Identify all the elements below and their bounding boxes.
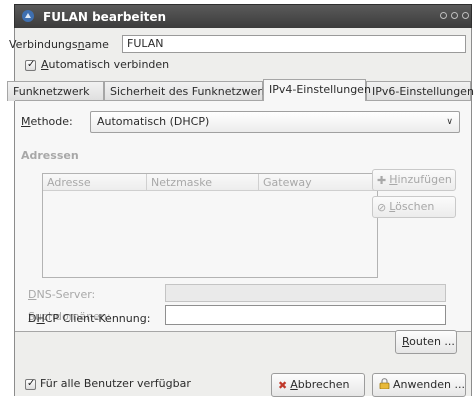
delete-icon: ⊘ [377,201,387,214]
column-header-adresse[interactable]: Adresse [43,174,147,191]
tab-sicherheit[interactable]: Sicherheit des Funknetzwerks [104,81,274,101]
all-users-label: Für alle Benutzer verfügbar [40,377,191,390]
minimize-button[interactable] [440,12,447,19]
x-icon: ✖ [278,379,288,392]
ipv4-settings-panel: Methode: Automatisch (DHCP) ∨ Adressen A… [15,100,471,332]
cancel-button[interactable]: ✖ Abbrechen [271,373,365,397]
tab-ipv4-settings[interactable]: IPv4-Einstellungen [263,79,371,101]
connection-name-input[interactable]: FULAN [122,35,466,53]
addresses-table[interactable]: Adresse Netzmaske Gateway [42,173,378,278]
maximize-button[interactable] [451,12,458,19]
delete-address-button[interactable]: ⊘ Löschen [372,196,456,218]
addresses-heading: Adressen [21,149,79,162]
apply-button[interactable]: Anwenden ... [372,373,466,397]
tab-ipv6-settings[interactable]: IPv6-Einstellungen [366,81,474,101]
column-header-netzmaske[interactable]: Netzmaske [147,174,259,191]
column-header-gateway[interactable]: Gateway [259,174,377,191]
dialog-body: Verbindungsname FULAN Automatisch verbin… [7,28,474,397]
auto-connect-label: Automatisch verbinden [41,58,170,71]
auto-connect-checkbox[interactable] [25,59,36,71]
method-value: Automatisch (DHCP) [97,115,210,128]
title-bar[interactable]: FULAN bearbeiten [14,4,472,28]
chevron-down-icon: ∨ [446,117,453,127]
dhcp-client-id-label: DHCP Client-Kennung: [28,312,151,325]
add-address-button[interactable]: ✚ Hinzufügen [372,169,456,191]
routes-button[interactable]: Routen ... [395,330,457,354]
close-button[interactable] [462,12,469,19]
lock-icon [379,378,390,389]
method-dropdown[interactable]: Automatisch (DHCP) ∨ [90,111,460,133]
tab-funknetzwerk[interactable]: Funknetzwerk [7,81,104,101]
method-label: Methode: [21,115,73,128]
connection-name-label: Verbindungsname [9,38,109,51]
window-title: FULAN bearbeiten [43,10,167,24]
all-users-checkbox[interactable] [25,378,36,390]
dns-server-input[interactable] [165,284,446,302]
dhcp-client-id-input[interactable] [165,305,446,325]
network-connection-icon [22,10,34,22]
plus-icon: ✚ [377,174,387,187]
dns-server-label: DNS-Server: [28,288,96,301]
